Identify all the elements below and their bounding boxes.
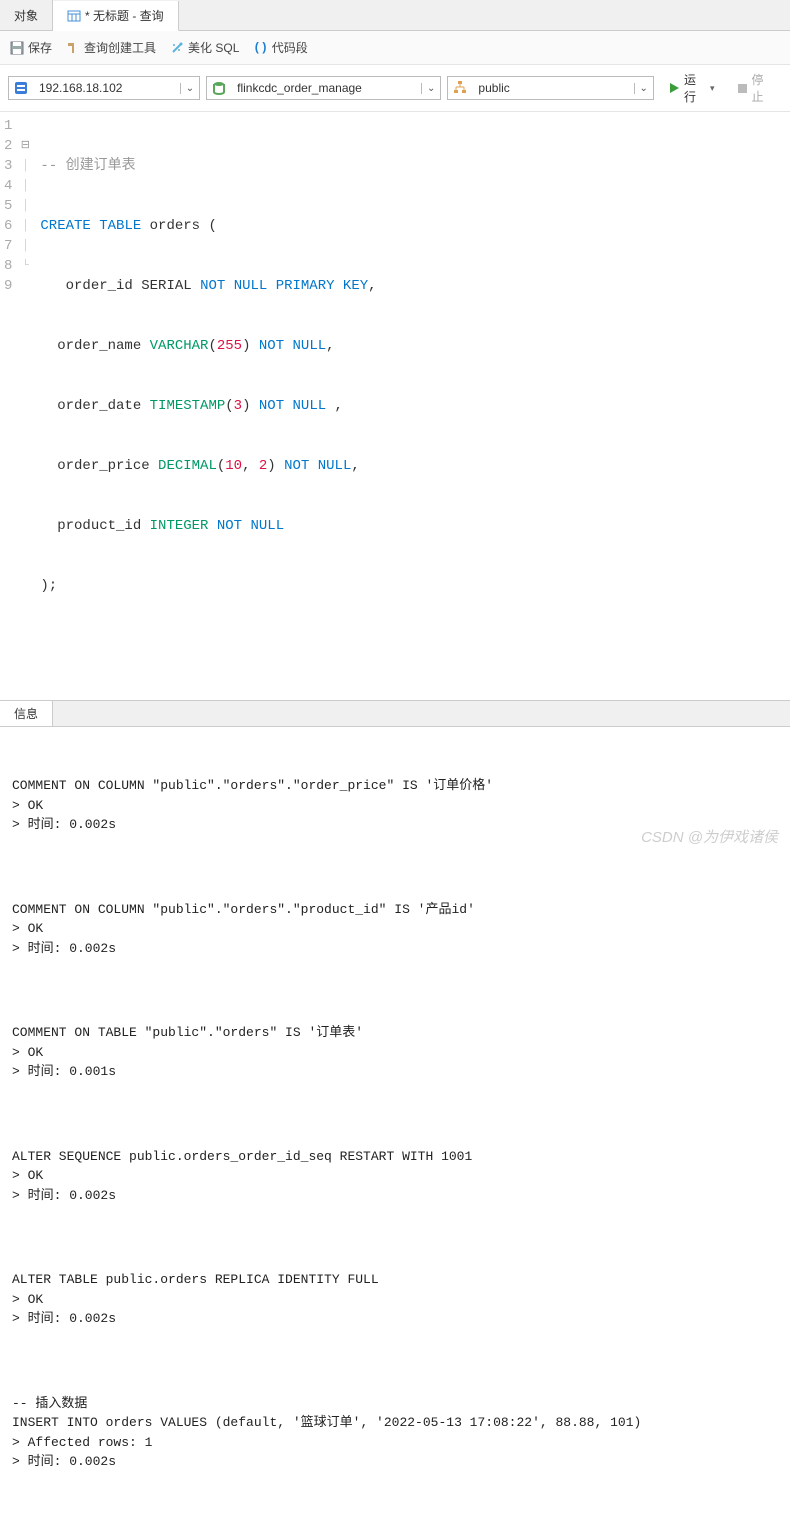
stop-icon <box>737 83 748 94</box>
chevron-down-icon: ⌄ <box>421 83 440 94</box>
fold-gutter: ⊟│││││└ <box>20 112 32 700</box>
toolbar-label: 查询创建工具 <box>84 39 156 56</box>
message-block: ALTER TABLE public.orders REPLICA IDENTI… <box>12 1270 778 1329</box>
toolbar-label: 美化 SQL <box>188 39 239 56</box>
stop-button[interactable]: 停止 <box>729 71 782 105</box>
schema-icon <box>448 80 472 96</box>
server-icon <box>9 80 33 96</box>
play-icon <box>668 82 680 94</box>
query-builder-button[interactable]: 查询创建工具 <box>66 39 156 56</box>
run-button[interactable]: 运行 ▾ <box>660 71 723 105</box>
schema-value: public <box>472 81 633 95</box>
tab-label: * 无标题 - 查询 <box>85 7 164 24</box>
line-gutter: 123456789 <box>0 112 20 700</box>
wand-icon <box>170 41 184 55</box>
message-block: ALTER SEQUENCE public.orders_order_id_se… <box>12 1147 778 1206</box>
toolbar-label: 保存 <box>28 39 52 56</box>
run-label: 运行 <box>684 71 706 105</box>
chevron-down-icon: ▾ <box>710 83 715 94</box>
message-block: COMMENT ON COLUMN "public"."orders"."pro… <box>12 900 778 959</box>
stop-label: 停止 <box>752 71 774 105</box>
connection-row: 192.168.18.102 ⌄ flinkcdc_order_manage ⌄… <box>0 65 790 112</box>
parens-icon: () <box>253 41 267 55</box>
message-tabs: 信息 <box>0 700 790 727</box>
save-icon <box>10 41 24 55</box>
save-button[interactable]: 保存 <box>10 39 52 56</box>
sql-editor[interactable]: 123456789 ⊟│││││└ -- 创建订单表 CREATE TABLE … <box>0 112 790 700</box>
database-icon <box>207 80 231 96</box>
message-block: COMMENT ON TABLE "public"."orders" IS '订… <box>12 1023 778 1082</box>
message-block: COMMENT ON COLUMN "public"."orders"."ord… <box>12 776 778 835</box>
tab-query[interactable]: * 无标题 - 查询 <box>53 1 179 31</box>
tab-objects[interactable]: 对象 <box>0 0 53 30</box>
database-value: flinkcdc_order_manage <box>231 81 421 95</box>
snippet-button[interactable]: () 代码段 <box>253 39 307 56</box>
chevron-down-icon: ⌄ <box>634 83 653 94</box>
query-icon <box>67 9 81 23</box>
toolbar: 保存 查询创建工具 美化 SQL () 代码段 <box>0 31 790 65</box>
messages-panel: COMMENT ON COLUMN "public"."orders"."ord… <box>0 727 790 1527</box>
tab-bar: 对象 * 无标题 - 查询 <box>0 0 790 31</box>
beautify-sql-button[interactable]: 美化 SQL <box>170 39 239 56</box>
schema-select[interactable]: public ⌄ <box>447 76 654 100</box>
tab-messages[interactable]: 信息 <box>0 701 53 726</box>
host-select[interactable]: 192.168.18.102 ⌄ <box>8 76 200 100</box>
chevron-down-icon: ⌄ <box>180 83 199 94</box>
toolbar-label: 代码段 <box>272 39 308 56</box>
database-select[interactable]: flinkcdc_order_manage ⌄ <box>206 76 441 100</box>
host-value: 192.168.18.102 <box>33 81 180 95</box>
message-block: -- 插入数据 INSERT INTO orders VALUES (defau… <box>12 1394 778 1472</box>
hammer-icon <box>66 41 80 55</box>
code-content: -- 创建订单表 CREATE TABLE orders ( order_id … <box>32 112 384 700</box>
tab-label: 对象 <box>14 7 38 24</box>
